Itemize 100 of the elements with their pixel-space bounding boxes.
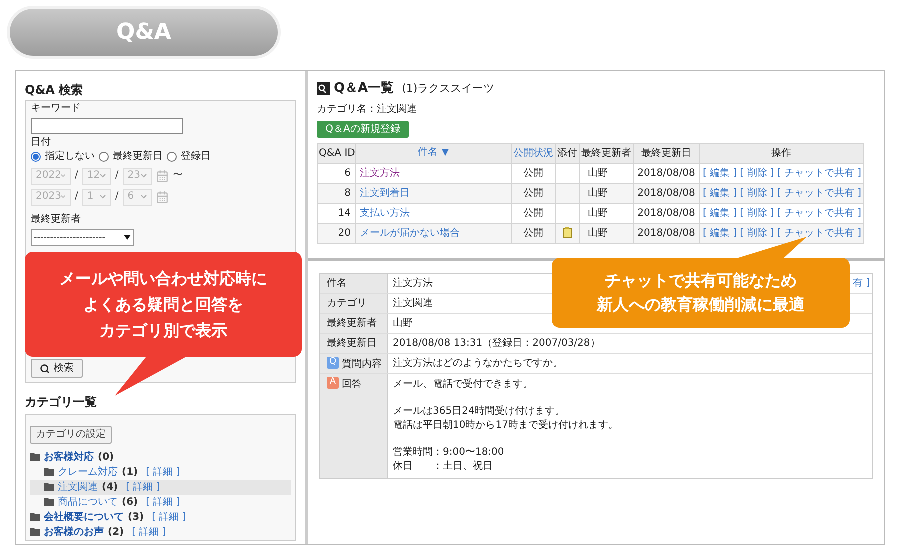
panel-title: カテゴリ一覧 [25, 394, 98, 411]
category-count: (2) [108, 526, 124, 540]
action-link[interactable]: [ 編集 ] [703, 186, 738, 200]
panel-title: Q&A 検索 [25, 82, 84, 99]
answer-text: 営業時間：9:00〜18:00 [393, 446, 506, 460]
title-link[interactable]: 注文到着日 [356, 183, 512, 203]
updater-select[interactable]: ---------------------- [31, 229, 134, 246]
field-label: 日付 [31, 136, 52, 150]
tree-row[interactable]: クレーム対応 (1) [ 詳細 ] [30, 464, 291, 480]
category-link[interactable]: 注文関連 [58, 480, 98, 494]
category-settings-button[interactable]: カテゴリの設定 [30, 426, 112, 444]
action-link[interactable]: [ 編集 ] [703, 206, 738, 220]
new-entry-button[interactable]: Q＆Aの新規登録 [317, 120, 409, 138]
action-link[interactable]: [ 編集 ] [703, 226, 738, 240]
list-subtitle: (1)ラクススイーツ [402, 80, 495, 96]
category-count: (4) [102, 480, 118, 494]
category-name: カテゴリ名：注文関連 [317, 102, 418, 116]
table-cell: 公開 [512, 203, 556, 223]
date-separator: / [75, 169, 78, 183]
column-header: Q&A ID [318, 143, 356, 163]
category-count: (6) [122, 496, 138, 510]
chevron-icon [61, 174, 66, 178]
title-link[interactable]: 支払い方法 [356, 203, 512, 223]
category-count: (1) [122, 466, 138, 480]
column-header: 操作 [700, 143, 864, 163]
table-cell: 20 [318, 223, 356, 243]
title-link[interactable]: メールが届かない場合 [356, 223, 512, 243]
range-mark: 〜 [172, 169, 183, 183]
field-label: 最終更新者 [31, 213, 82, 227]
table-cell: 公開 [512, 223, 556, 243]
radio-button[interactable] [99, 152, 109, 162]
detail-link[interactable]: [ 詳細 ] [146, 494, 180, 510]
table-cell: 公開 [512, 163, 556, 183]
title-link[interactable]: 注文方法 [356, 163, 512, 183]
detail-label: 質問内容 [342, 358, 382, 372]
tree-row[interactable]: お客様対応 (0) [30, 450, 291, 464]
detail-link[interactable]: [ 詳細 ] [146, 464, 180, 480]
action-link[interactable]: [ 編集 ] [703, 166, 738, 180]
answer-text: 電話は平日朝10時から17時まで受け付けれます。 [393, 419, 618, 433]
detail-link[interactable]: [ 詳細 ] [132, 524, 166, 540]
action-link[interactable]: [ チャットで共有 ] [777, 226, 862, 240]
tree-row[interactable]: 会社概要について (3) [ 詳細 ] [30, 510, 291, 524]
action-link[interactable]: [ チャットで共有 ] [777, 206, 862, 220]
category-link[interactable]: お客様対応 [44, 450, 94, 464]
detail-link[interactable]: [ 詳細 ] [152, 510, 186, 524]
date-separator: / [75, 190, 78, 204]
chevron-icon [100, 195, 106, 199]
table-cell: 2018/08/08 [634, 163, 700, 183]
dropdown-arrow-icon [124, 235, 131, 240]
answer-text: メール、電話で受付できます。 [393, 378, 534, 392]
radio-button[interactable] [31, 152, 41, 162]
table-cell: 2018/08/08 [634, 203, 700, 223]
list-title: Q＆A一覧 [334, 80, 394, 98]
table-cell: 14 [318, 203, 356, 223]
tree-row[interactable]: 商品について (6) [ 詳細 ] [30, 494, 291, 510]
table-cell: 公開 [512, 183, 556, 203]
table-cell: 2018/08/08 [634, 183, 700, 203]
search-icon [40, 364, 50, 374]
detail-link[interactable]: [ 詳細 ] [126, 480, 160, 494]
keyword-field[interactable] [31, 118, 183, 134]
detail-label: 最終更新者 [320, 314, 388, 333]
action-link[interactable]: [ チャットで共有 ] [777, 186, 862, 200]
category-count: (3) [128, 510, 144, 524]
table-cell: 山野 [580, 203, 634, 223]
radio-button[interactable] [167, 152, 177, 162]
banner-title: Q&A [116, 19, 172, 47]
detail-label: 最終更新日 [320, 334, 388, 353]
detail-label: 件名 [320, 274, 388, 293]
category-link[interactable]: 商品について [58, 494, 118, 510]
answer-text: メールは365日24時間受け付けます。 [393, 405, 566, 419]
chevron-icon [140, 174, 147, 178]
tree-row[interactable]: 注文関連 (4) [ 詳細 ] [30, 480, 291, 494]
column-header[interactable]: 件名 ▼ [356, 143, 512, 163]
action-link[interactable]: [ 削除 ] [740, 206, 774, 220]
tree-row[interactable]: お客様のお声 (2) [ 詳細 ] [30, 524, 291, 540]
callout-text: カテゴリ別で表示 [100, 320, 228, 342]
answer-badge: A [327, 377, 339, 389]
detail-value: 山野 [392, 316, 413, 331]
category-link[interactable]: クレーム対応 [58, 464, 118, 480]
date-separator: / [115, 190, 119, 204]
action-link[interactable]: [ 削除 ] [740, 186, 774, 200]
action-link[interactable]: [ 削除 ] [740, 166, 774, 180]
radio-label: 指定しない [45, 150, 95, 164]
category-link[interactable]: 会社概要について [44, 510, 124, 524]
detail-value: 注文方法 [392, 276, 433, 291]
table-cell: 山野 [580, 223, 634, 243]
detail-label: 回答 [342, 378, 362, 392]
answer-text: 休日 ：土日、祝日 [393, 460, 494, 474]
field-label: キーワード [31, 102, 82, 116]
table-cell: 2018/08/08 [634, 223, 700, 243]
column-header: 最終更新日 [634, 143, 700, 163]
category-link[interactable]: お客様のお声 [44, 524, 104, 540]
share-link[interactable]: 有 ] [852, 274, 872, 293]
search-button[interactable]: 検索 [31, 359, 83, 378]
column-header: 添付 [556, 143, 580, 163]
action-link[interactable]: [ チャットで共有 ] [777, 166, 862, 180]
detail-label: カテゴリ [320, 294, 388, 313]
column-header[interactable]: 公開状況 [512, 143, 556, 163]
callout-text: よくある疑問と回答を [84, 294, 244, 316]
action-link[interactable]: [ 削除 ] [740, 226, 774, 240]
